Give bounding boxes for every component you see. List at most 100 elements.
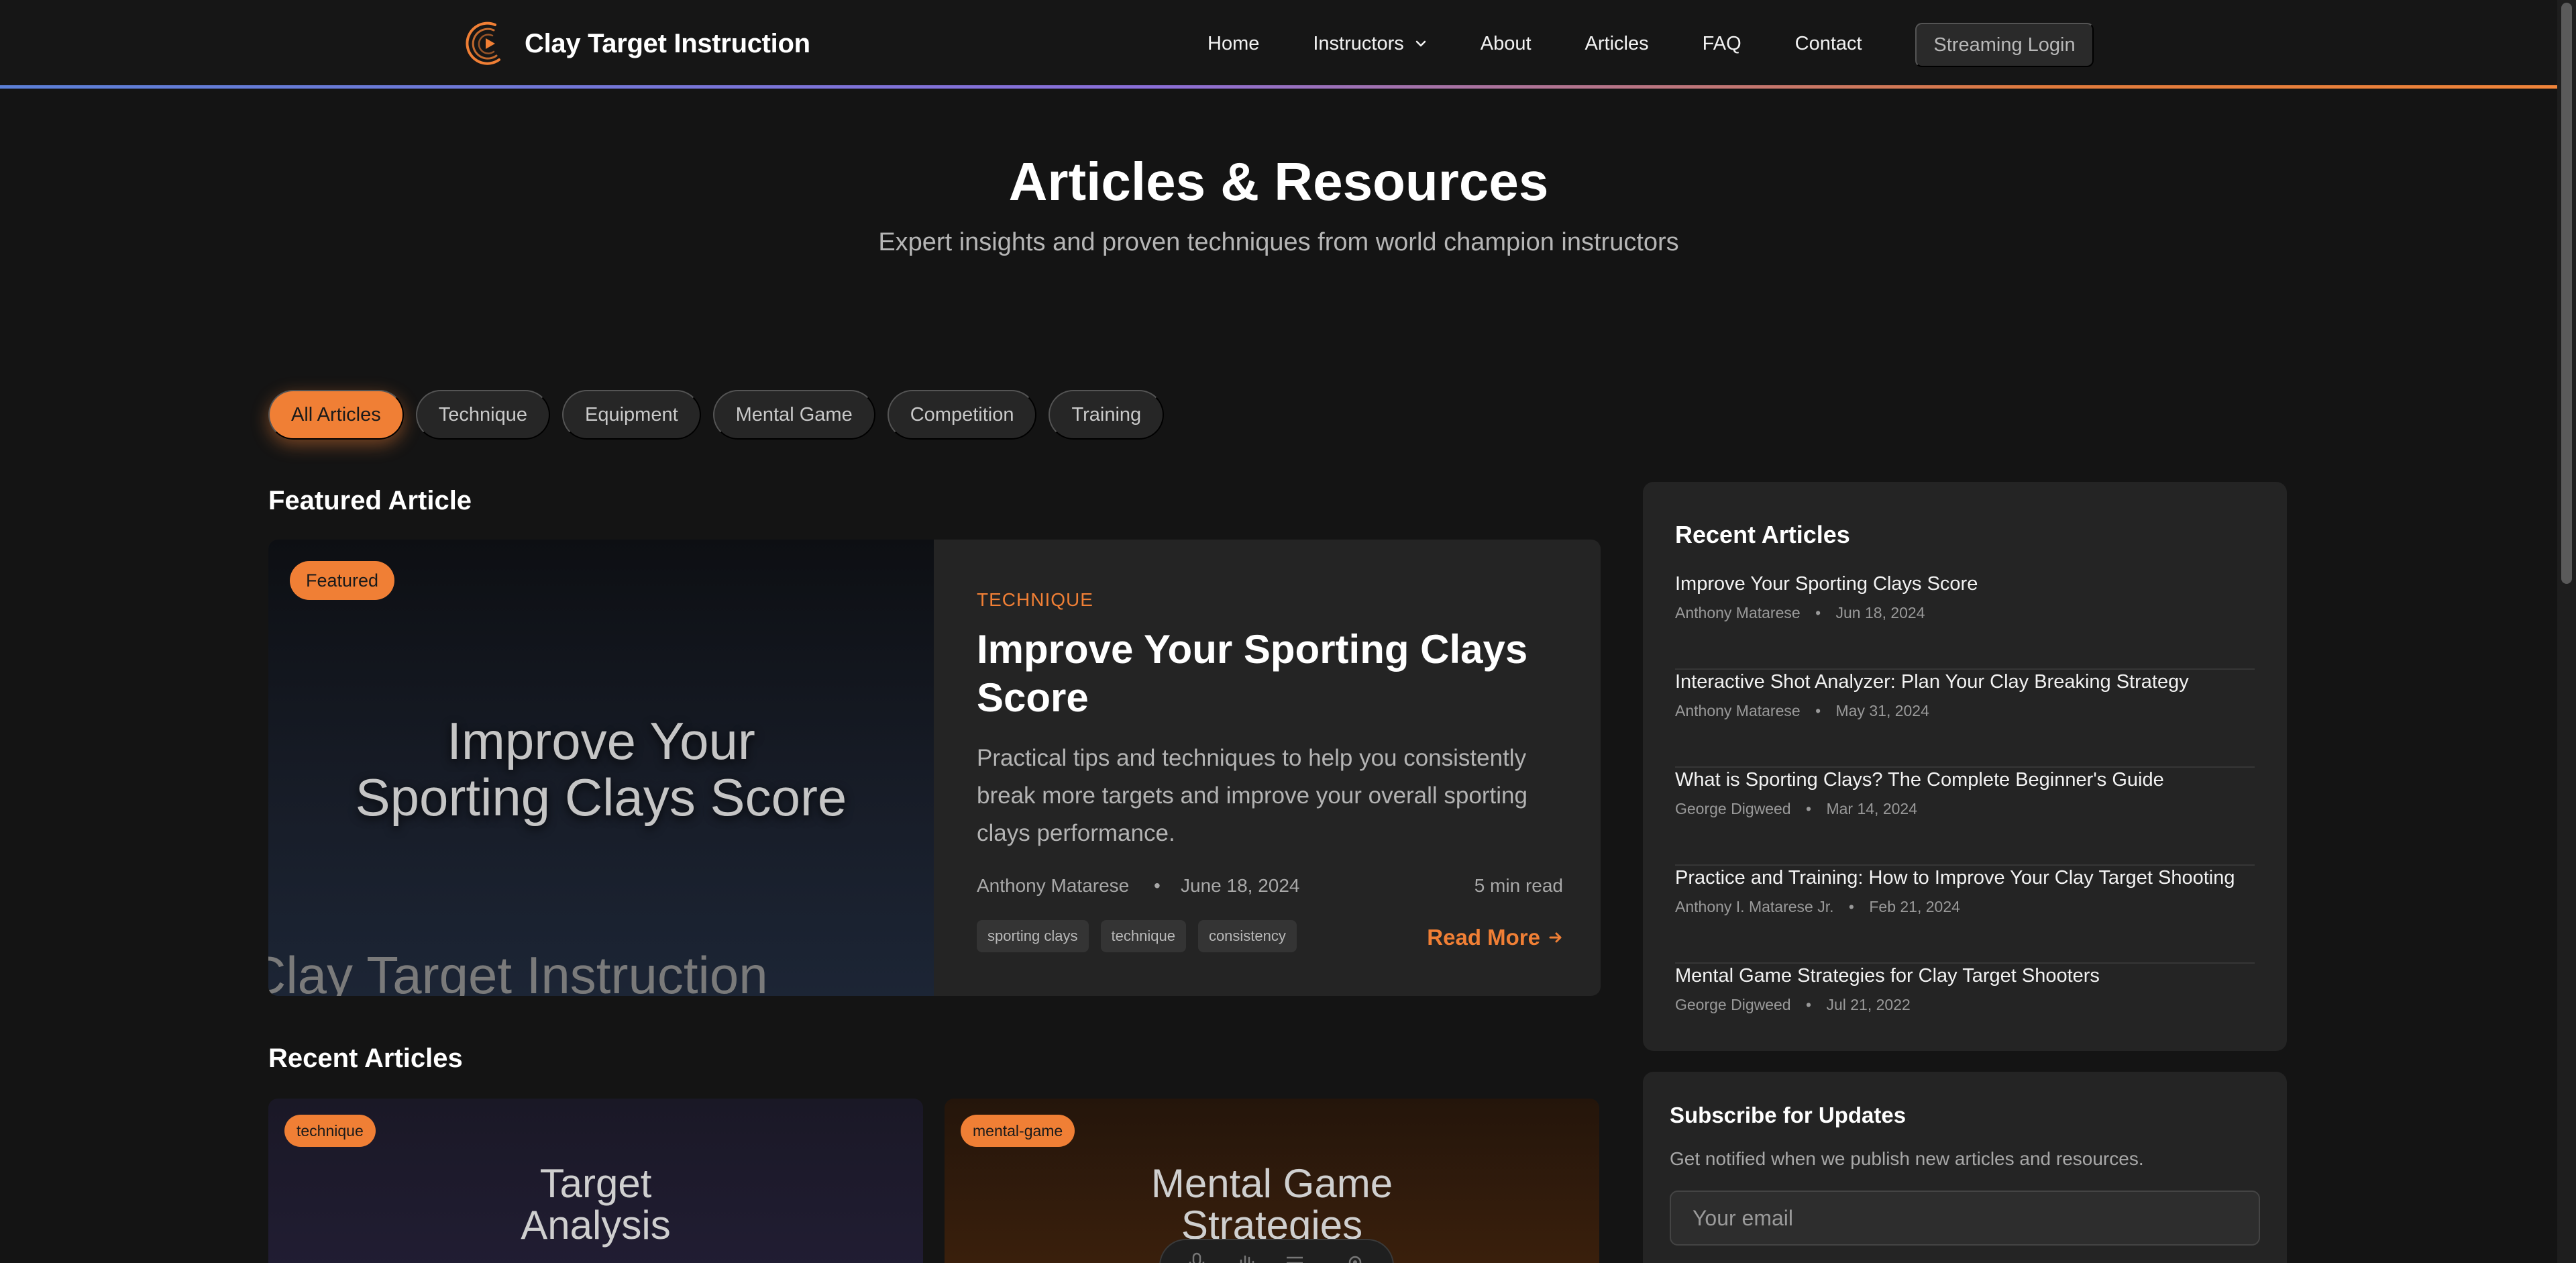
category-badge: technique	[284, 1115, 376, 1147]
sidebar-article-meta: George Digweed • Mar 14, 2024	[1675, 800, 1917, 818]
sidebar-article-date: Feb 21, 2024	[1869, 898, 1960, 915]
brand-title: Clay Target Instruction	[525, 28, 810, 58]
read-more-link[interactable]: Read More	[1427, 925, 1563, 950]
arrow-right-icon	[1549, 932, 1562, 943]
sidebar-article-meta: George Digweed • Jul 21, 2022	[1675, 996, 1911, 1014]
sidebar-article-item[interactable]: Mental Game Strategies for Clay Target S…	[1675, 964, 2255, 1062]
featured-image-caption: Improve Your Sporting Clays Score	[268, 713, 934, 825]
chevron-down-icon	[1415, 40, 1426, 47]
meta-separator: •	[1806, 800, 1812, 817]
sidebar-article-date: Mar 14, 2024	[1826, 800, 1917, 817]
meta-separator: •	[1815, 702, 1821, 719]
header-divider	[0, 85, 2557, 89]
sidebar-article-date: May 31, 2024	[1835, 702, 1929, 719]
recent-section-title: Recent Articles	[268, 1044, 463, 1073]
featured-section-title: Featured Article	[268, 486, 472, 515]
featured-author: Anthony Matarese	[977, 875, 1130, 896]
nav-faq[interactable]: FAQ	[1703, 33, 1741, 55]
meta-separator: •	[1848, 898, 1854, 915]
featured-category: TECHNIQUE	[977, 589, 1093, 610]
sidebar-article-item[interactable]: Interactive Shot Analyzer: Plan Your Cla…	[1675, 670, 2255, 768]
meta-separator: •	[1815, 604, 1821, 621]
subscribe-title: Subscribe for Updates	[1670, 1103, 1907, 1127]
email-input[interactable]	[1670, 1191, 2260, 1246]
tag: consistency	[1197, 920, 1297, 952]
sidebar-list: Improve Your Sporting Clays Score Anthon…	[1675, 572, 2255, 1062]
featured-title[interactable]: Improve Your Sporting Clays Score	[977, 625, 1563, 722]
scrollbar-thumb[interactable]	[2561, 3, 2572, 584]
filter-all-articles[interactable]: All Articles	[268, 390, 404, 440]
logo-icon	[466, 21, 500, 65]
nav-instructors[interactable]: Instructors	[1313, 33, 1426, 55]
sidebar-article-title[interactable]: Mental Game Strategies for Clay Target S…	[1675, 965, 2100, 987]
nav-home[interactable]: Home	[1208, 33, 1259, 55]
sidebar-article-date: Jul 21, 2022	[1826, 996, 1911, 1013]
settings-icon[interactable]	[1342, 1251, 1368, 1263]
sidebar-article-item[interactable]: Improve Your Sporting Clays Score Anthon…	[1675, 572, 2255, 670]
sidebar-article-author: Anthony Matarese	[1675, 604, 1801, 621]
featured-read-time: 5 min read	[1474, 875, 1563, 896]
filter-equipment[interactable]: Equipment	[561, 390, 701, 440]
category-badge: mental-game	[961, 1115, 1075, 1147]
sidebar-article-meta: Anthony I. Matarese Jr. • Feb 21, 2024	[1675, 898, 1960, 916]
card-image-line-1: Mental Game	[1150, 1161, 1393, 1206]
subscribe-card: Subscribe for Updates Get notified when …	[1643, 1072, 2287, 1263]
featured-badge: Featured	[290, 561, 395, 600]
sidebar-recent-articles: Recent Articles Improve Your Sporting Cl…	[1643, 482, 2287, 1051]
page-title: Articles & Resources	[1008, 152, 1549, 211]
sidebar-article-meta: Anthony Matarese • Jun 18, 2024	[1675, 604, 1925, 622]
featured-date: June 18, 2024	[1181, 875, 1300, 896]
sidebar-article-meta: Anthony Matarese • May 31, 2024	[1675, 702, 1929, 720]
featured-tags: sporting clays technique consistency	[977, 920, 1309, 952]
filter-competition[interactable]: Competition	[887, 390, 1037, 440]
filter-training[interactable]: Training	[1049, 390, 1165, 440]
site-header: Clay Target Instruction Home Instructors…	[0, 0, 2557, 87]
mic-icon[interactable]	[1183, 1251, 1210, 1263]
sidebar-article-title[interactable]: Improve Your Sporting Clays Score	[1675, 573, 1978, 595]
sidebar-article-date: Jun 18, 2024	[1835, 604, 1925, 621]
sidebar-article-title[interactable]: Practice and Training: How to Improve Yo…	[1675, 867, 2235, 889]
nav-instructors-label: Instructors	[1313, 32, 1404, 54]
read-more-label: Read More	[1427, 925, 1540, 950]
article-card[interactable]: technique Target Analysis	[268, 1099, 923, 1263]
tag: technique	[1100, 920, 1186, 952]
sidebar-article-author: Anthony Matarese	[1675, 702, 1801, 719]
nav-articles[interactable]: Articles	[1585, 33, 1649, 55]
nav-about[interactable]: About	[1481, 33, 1532, 55]
featured-body: TECHNIQUE Improve Your Sporting Clays Sc…	[977, 540, 1563, 996]
sidebar-article-item[interactable]: Practice and Training: How to Improve Yo…	[1675, 866, 2255, 964]
filter-technique[interactable]: Technique	[415, 390, 550, 440]
floating-toolbar	[1159, 1239, 1394, 1263]
list-icon[interactable]	[1283, 1251, 1309, 1263]
meta-separator: •	[1806, 996, 1812, 1013]
page: Clay Target Instruction Home Instructors…	[0, 0, 2576, 1263]
featured-article-card[interactable]: Improve Your Sporting Clays Score Clay T…	[268, 540, 1601, 996]
card-image-caption: Mental Game Strategies	[945, 1163, 1599, 1246]
tag: sporting clays	[977, 920, 1089, 952]
sidebar-article-item[interactable]: What is Sporting Clays? The Complete Beg…	[1675, 768, 2255, 866]
sidebar-article-title[interactable]: Interactive Shot Analyzer: Plan Your Cla…	[1675, 671, 2189, 693]
brand[interactable]: Clay Target Instruction	[466, 16, 810, 71]
sidebar-article-author: George Digweed	[1675, 800, 1791, 817]
hand-icon[interactable]	[1233, 1251, 1260, 1263]
subscribe-description: Get notified when we publish new article…	[1670, 1148, 2144, 1169]
main-nav: Home Instructors About Articles FAQ Cont…	[1208, 21, 1916, 66]
featured-image-line-1: Improve Your	[447, 711, 755, 770]
nav-contact[interactable]: Contact	[1795, 33, 1862, 55]
card-image-line-2: Analysis	[521, 1203, 671, 1248]
sidebar-article-author: Anthony I. Matarese Jr.	[1675, 898, 1834, 915]
card-image-caption: Target Analysis	[268, 1163, 923, 1246]
category-filters: All Articles Technique Equipment Mental …	[268, 390, 1176, 440]
featured-image[interactable]: Improve Your Sporting Clays Score Clay T…	[268, 540, 934, 996]
card-image-line-1: Target	[539, 1161, 652, 1206]
featured-description: Practical tips and techniques to help yo…	[977, 745, 1527, 846]
page-subtitle: Expert insights and proven techniques fr…	[878, 228, 1679, 256]
streaming-login-button[interactable]: Streaming Login	[1915, 23, 2094, 67]
filter-mental-game[interactable]: Mental Game	[712, 390, 875, 440]
featured-meta: Anthony Matarese • June 18, 2024 5 min r…	[977, 875, 1563, 902]
meta-separator: •	[1154, 875, 1161, 896]
sidebar-article-title[interactable]: What is Sporting Clays? The Complete Beg…	[1675, 769, 2164, 791]
sidebar-title: Recent Articles	[1675, 521, 1850, 548]
sidebar-article-author: George Digweed	[1675, 996, 1791, 1013]
featured-image-line-2: Sporting Clays Score	[355, 768, 847, 827]
